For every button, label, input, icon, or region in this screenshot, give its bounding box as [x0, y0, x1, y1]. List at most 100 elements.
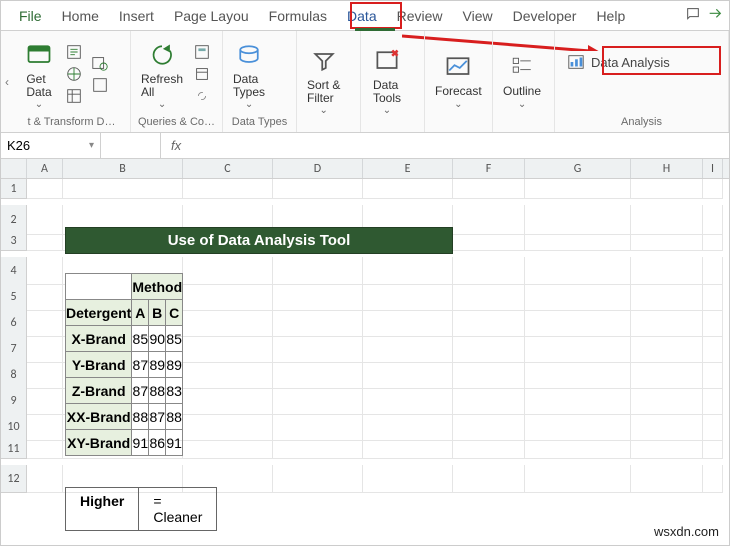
cell[interactable] [631, 231, 703, 251]
row-header-4[interactable]: 4 [1, 257, 27, 285]
col-header-C[interactable]: C [183, 159, 273, 178]
forecast-button[interactable]: Forecast⌄ [431, 49, 486, 111]
row-header-12[interactable]: 12 [1, 465, 27, 493]
cell[interactable] [273, 179, 363, 199]
cell[interactable] [27, 361, 63, 389]
cell[interactable] [363, 465, 453, 493]
col-header-H[interactable]: H [631, 159, 703, 178]
cell[interactable] [273, 413, 363, 441]
cell[interactable] [363, 179, 453, 199]
refresh-all-button[interactable]: Refresh All⌄ [137, 37, 187, 112]
ribbon-scroll-left[interactable]: ‹ [1, 31, 13, 132]
cell[interactable] [631, 413, 703, 441]
cell[interactable] [631, 361, 703, 389]
cell[interactable] [525, 179, 631, 199]
select-all-triangle[interactable] [1, 159, 27, 178]
cell[interactable] [525, 439, 631, 459]
col-header-A[interactable]: A [27, 159, 63, 178]
cell[interactable] [631, 257, 703, 285]
cell[interactable] [525, 413, 631, 441]
cell[interactable] [183, 387, 273, 415]
cell[interactable] [273, 387, 363, 415]
row-header-10[interactable]: 10 [1, 413, 27, 441]
cell[interactable] [183, 179, 273, 199]
col-header-F[interactable]: F [453, 159, 525, 178]
cell[interactable] [453, 439, 525, 459]
cell[interactable] [27, 413, 63, 441]
cell[interactable] [27, 465, 63, 493]
cell[interactable] [703, 257, 723, 285]
row-header-1[interactable]: 1 [1, 179, 27, 199]
cell[interactable] [703, 231, 723, 251]
sort-filter-button[interactable]: Sort & Filter⌄ [303, 43, 344, 118]
row-header-5[interactable]: 5 [1, 283, 27, 311]
cell[interactable] [631, 179, 703, 199]
cell[interactable] [525, 387, 631, 415]
tab-developer[interactable]: Developer [503, 2, 587, 30]
cell[interactable] [273, 465, 363, 493]
tab-insert[interactable]: Insert [109, 2, 164, 30]
cell[interactable] [273, 439, 363, 459]
properties-icon[interactable] [193, 65, 213, 85]
cell[interactable] [183, 413, 273, 441]
cell[interactable] [525, 465, 631, 493]
cell[interactable] [703, 439, 723, 459]
cell[interactable] [363, 335, 453, 363]
row-header-11[interactable]: 11 [1, 439, 27, 459]
cell[interactable] [703, 179, 723, 199]
cell[interactable] [63, 179, 183, 199]
cell[interactable] [183, 257, 273, 285]
cell[interactable] [703, 335, 723, 363]
cell[interactable] [273, 361, 363, 389]
cell[interactable] [703, 283, 723, 311]
cell[interactable] [453, 231, 525, 251]
tab-page-layout[interactable]: Page Layou [164, 2, 259, 30]
cell[interactable] [453, 335, 525, 363]
cell[interactable] [27, 257, 63, 285]
cell[interactable] [631, 335, 703, 363]
cell[interactable] [363, 283, 453, 311]
cell[interactable] [363, 439, 453, 459]
cell[interactable] [453, 413, 525, 441]
cell[interactable] [363, 413, 453, 441]
row-header-9[interactable]: 9 [1, 387, 27, 415]
cell[interactable] [631, 387, 703, 415]
cell[interactable] [703, 465, 723, 493]
share-icon[interactable] [707, 6, 723, 25]
cell[interactable] [525, 231, 631, 251]
formula-bar-input[interactable] [191, 138, 729, 153]
cell[interactable] [183, 361, 273, 389]
cell[interactable] [525, 309, 631, 337]
cell[interactable] [703, 387, 723, 415]
cell[interactable] [183, 335, 273, 363]
cell[interactable] [525, 283, 631, 311]
fx-icon[interactable]: fx [161, 138, 191, 153]
cell[interactable] [631, 439, 703, 459]
cell[interactable] [703, 309, 723, 337]
cell[interactable] [631, 465, 703, 493]
cell[interactable] [631, 309, 703, 337]
get-data-button[interactable]: Get Data⌄ [19, 37, 59, 112]
row-header-6[interactable]: 6 [1, 309, 27, 337]
cell[interactable] [183, 309, 273, 337]
cell[interactable] [27, 335, 63, 363]
existing-connections-icon[interactable] [91, 76, 111, 96]
cell[interactable] [525, 257, 631, 285]
data-analysis-button[interactable]: Data Analysis [561, 49, 676, 75]
cell[interactable] [273, 335, 363, 363]
cell[interactable] [453, 309, 525, 337]
cell[interactable] [453, 179, 525, 199]
row-header-8[interactable]: 8 [1, 361, 27, 389]
cell[interactable] [525, 335, 631, 363]
cell[interactable] [273, 283, 363, 311]
cell[interactable] [183, 439, 273, 459]
cell[interactable] [27, 387, 63, 415]
tab-data[interactable]: Data [337, 2, 387, 30]
data-types-button[interactable]: Data Types⌄ [229, 37, 269, 112]
outline-button[interactable]: Outline⌄ [499, 49, 545, 111]
queries-icon[interactable] [193, 43, 213, 63]
tab-formulas[interactable]: Formulas [259, 2, 337, 30]
cell[interactable] [631, 283, 703, 311]
comments-icon[interactable] [685, 6, 701, 25]
col-header-E[interactable]: E [363, 159, 453, 178]
